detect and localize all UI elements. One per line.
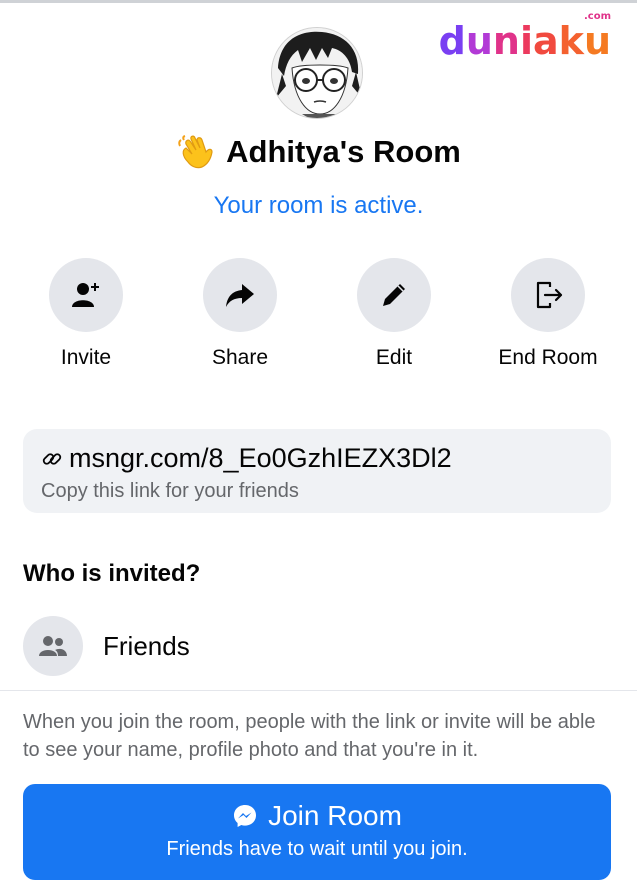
room-title: Adhitya's Room [226, 134, 461, 169]
avatar [271, 27, 363, 119]
end-room-button[interactable]: End Room [478, 258, 618, 370]
duniaku-watermark-logo: duniaku .com [438, 11, 611, 63]
invite-button[interactable]: Invite [16, 258, 156, 370]
messenger-icon [234, 805, 257, 827]
pencil-icon [383, 284, 405, 306]
top-divider [0, 0, 637, 3]
invited-audience-row[interactable]: Friends [23, 616, 190, 676]
edit-label: Edit [375, 346, 413, 369]
room-link-hint: Copy this link for your friends [41, 480, 299, 502]
room-actions: Invite Share Edit End Room [0, 258, 637, 378]
privacy-notice: When you join the room, people with the … [23, 711, 596, 761]
join-room-button[interactable]: Join Room Friends have to wait until you… [23, 784, 611, 880]
share-button[interactable]: Share [170, 258, 310, 370]
room-status: Your room is active. [213, 192, 424, 219]
waving-hand-icon [178, 135, 213, 169]
room-link-box[interactable]: msngr.com/8_Eo0GzhIEZX3Dl2 Copy this lin… [23, 429, 611, 513]
share-arrow-icon [226, 284, 254, 307]
link-icon [42, 452, 62, 465]
exit-door-icon [536, 281, 563, 309]
invited-audience-label: Friends [103, 630, 190, 661]
room-title-row: Adhitya's Room [0, 132, 637, 172]
end-room-label: End Room [498, 346, 598, 369]
join-room-label: Join Room [268, 800, 402, 831]
who-is-invited-heading: Who is invited? [23, 560, 201, 587]
divider [0, 690, 637, 691]
room-link-url: msngr.com/8_Eo0GzhIEZX3Dl2 [69, 443, 452, 473]
share-label: Share [211, 346, 269, 369]
add-person-icon [72, 283, 99, 307]
people-icon [39, 636, 67, 656]
edit-button[interactable]: Edit [324, 258, 464, 370]
join-room-sublabel: Friends have to wait until you join. [166, 838, 468, 860]
invite-label: Invite [60, 346, 112, 369]
room-screen: duniaku .com Adhitya's Room Your room is… [0, 0, 637, 881]
